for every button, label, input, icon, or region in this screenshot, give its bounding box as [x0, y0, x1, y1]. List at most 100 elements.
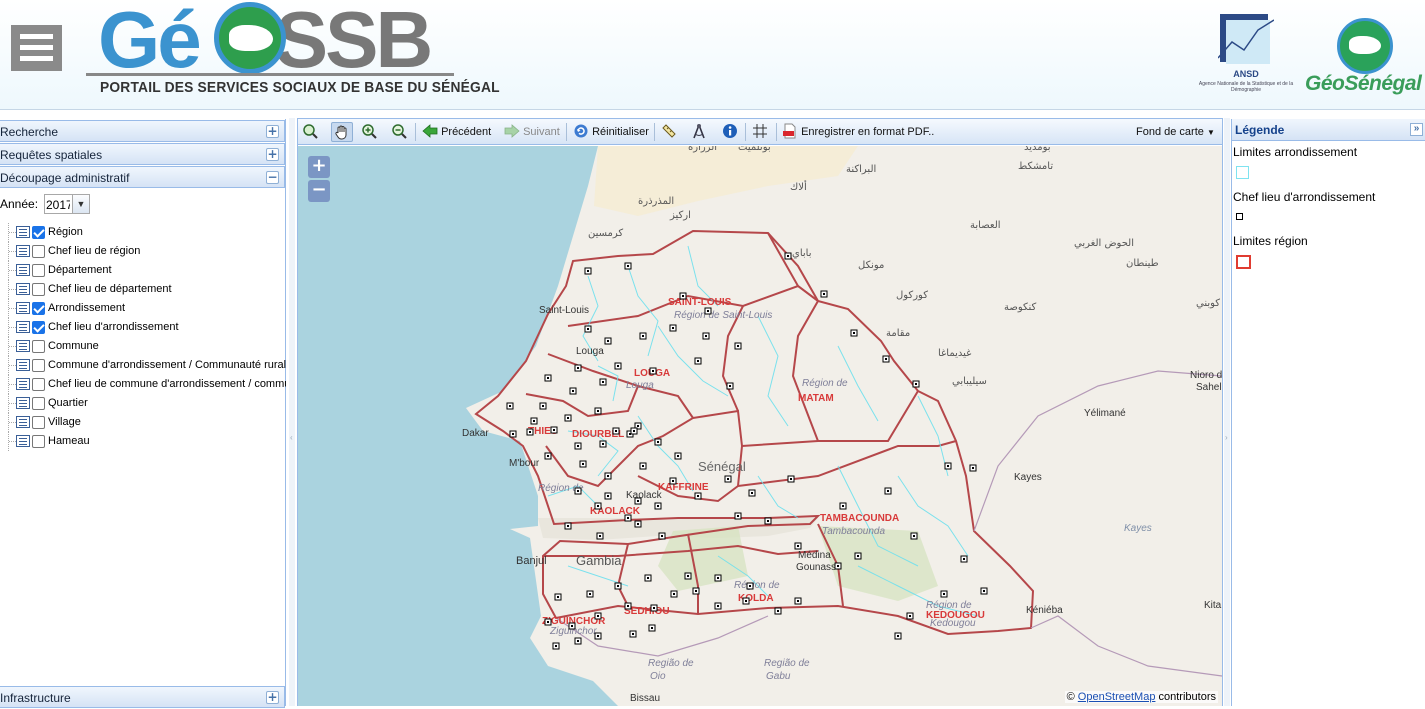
suivant-button[interactable]: Suivant — [504, 122, 560, 142]
legend-list-icon[interactable] — [16, 283, 30, 295]
left-splitter[interactable]: ‹ — [289, 118, 295, 706]
chef-lieu-marker-dot — [607, 475, 609, 477]
legend-list-icon[interactable] — [16, 359, 30, 371]
chef-lieu-marker-dot — [547, 377, 549, 379]
pan-button[interactable] — [331, 122, 353, 142]
chef-lieu-marker-dot — [607, 495, 609, 497]
zoom-out-button[interactable] — [391, 122, 407, 142]
chef-lieu-marker-dot — [915, 383, 917, 385]
collapse-right-icon[interactable]: » — [1410, 123, 1423, 136]
layer-item[interactable]: Département — [0, 261, 286, 280]
svg-text:الزرارة: الزرارة — [688, 146, 717, 153]
map-canvas[interactable]: SAINT-LOUIS LOUGA MATAM THIES DIOURBEL K… — [298, 146, 1222, 706]
layer-checkbox[interactable] — [32, 378, 45, 391]
layer-checkbox[interactable] — [32, 340, 45, 353]
hamburger-menu-button[interactable] — [11, 25, 62, 71]
layer-checkbox[interactable] — [32, 302, 45, 315]
measure-button[interactable] — [661, 122, 677, 142]
layer-checkbox[interactable] — [32, 264, 45, 277]
chef-lieu-marker-dot — [542, 405, 544, 407]
layer-label: Village — [48, 416, 81, 428]
layer-checkbox[interactable] — [32, 321, 45, 334]
chef-lieu-marker-dot — [705, 335, 707, 337]
chef-lieu-marker-dot — [555, 645, 557, 647]
layer-item[interactable]: Commune — [0, 337, 286, 356]
accordion-requetes-spatiales[interactable]: Requêtes spatiales + — [0, 143, 285, 165]
precedent-button[interactable]: Précédent — [422, 122, 491, 142]
geosenegal-label: GéoSénégal — [1305, 72, 1422, 95]
grid-button[interactable] — [752, 122, 768, 142]
layer-item[interactable]: Chef lieu de département — [0, 280, 286, 299]
legend-list-icon[interactable] — [16, 264, 30, 276]
layer-checkbox[interactable] — [32, 283, 45, 296]
expand-icon[interactable]: + — [266, 125, 279, 138]
right-splitter[interactable]: › — [1224, 118, 1230, 706]
chef-lieu-marker-dot — [677, 455, 679, 457]
collapse-icon[interactable]: − — [266, 171, 279, 184]
legend-list-icon[interactable] — [16, 340, 30, 352]
legend-list-icon[interactable] — [16, 226, 30, 238]
chef-lieu-marker-dot — [749, 585, 751, 587]
layer-item[interactable]: Chef lieu de région — [0, 242, 286, 261]
legend-list-icon[interactable] — [16, 302, 30, 314]
accordion-decoupage-administratif[interactable]: Découpage administratif − — [0, 166, 285, 188]
chef-lieu-marker-dot — [599, 535, 601, 537]
accordion-infrastructure[interactable]: Infrastructure + — [0, 686, 285, 708]
reinitialiser-button[interactable]: Réinitialiser — [573, 122, 649, 142]
zoom-in-button[interactable] — [361, 122, 377, 142]
layer-item[interactable]: Village — [0, 413, 286, 432]
expand-icon[interactable]: + — [266, 691, 279, 704]
annee-row: Année: 2017 ▼ — [0, 194, 90, 214]
layer-item[interactable]: Région — [0, 223, 286, 242]
chef-lieu-marker-dot — [887, 490, 889, 492]
legend-list-icon[interactable] — [16, 435, 30, 447]
layer-checkbox[interactable] — [32, 359, 45, 372]
svg-text:Kaolack: Kaolack — [626, 490, 663, 501]
layer-checkbox[interactable] — [32, 435, 45, 448]
chef-lieu-marker-dot — [737, 345, 739, 347]
map-zoom-in-button[interactable]: + — [308, 156, 330, 178]
area-measure-button[interactable] — [691, 122, 707, 142]
openstreetmap-link[interactable]: OpenStreetMap — [1078, 691, 1156, 703]
logo-ge-text: Gé — [98, 0, 202, 84]
legend-list-icon[interactable] — [16, 397, 30, 409]
layer-item[interactable]: Quartier — [0, 394, 286, 413]
chevron-down-icon[interactable]: ▼ — [72, 195, 89, 213]
svg-text:TAMBACOUNDA: TAMBACOUNDA — [820, 513, 899, 524]
refresh-icon — [574, 124, 588, 138]
svg-text:Louga: Louga — [576, 346, 604, 357]
accordion-recherche[interactable]: Recherche + — [0, 120, 285, 142]
layer-checkbox[interactable] — [32, 416, 45, 429]
chef-lieu-marker-dot — [577, 490, 579, 492]
map-viewport[interactable]: SAINT-LOUIS LOUGA MATAM THIES DIOURBEL K… — [298, 146, 1222, 706]
layer-checkbox[interactable] — [32, 245, 45, 258]
legend-list-icon[interactable] — [16, 378, 30, 390]
legend-list-icon[interactable] — [16, 321, 30, 333]
accordion-infrastructure-label: Infrastructure — [0, 691, 71, 705]
chef-lieu-marker-dot — [597, 505, 599, 507]
layer-checkbox[interactable] — [32, 397, 45, 410]
fond-de-carte-menu[interactable]: Fond de carte ▼ — [1136, 122, 1215, 142]
layer-item[interactable]: Chef lieu d'arrondissement — [0, 318, 286, 337]
annee-select[interactable]: 2017 ▼ — [44, 194, 90, 214]
chef-lieu-marker-dot — [637, 500, 639, 502]
map-zoom-out-button[interactable]: − — [308, 180, 330, 202]
layer-item[interactable]: Chef lieu de commune d'arrondissement / … — [0, 375, 286, 394]
export-pdf-button[interactable]: Enregistrer en format PDF.. — [782, 122, 934, 142]
svg-text:Banjul: Banjul — [516, 555, 547, 567]
svg-text:كنكوصة: كنكوصة — [1004, 302, 1037, 313]
chef-lieu-marker-dot — [572, 390, 574, 392]
layer-item[interactable]: Arrondissement — [0, 299, 286, 318]
info-button[interactable] — [722, 122, 738, 142]
layer-checkbox[interactable] — [32, 226, 45, 239]
export-pdf-label: Enregistrer en format PDF.. — [801, 126, 935, 138]
zoom-extent-button[interactable] — [302, 122, 318, 142]
expand-icon[interactable]: + — [266, 148, 279, 161]
legend-list-icon[interactable] — [16, 245, 30, 257]
legend-list-icon[interactable] — [16, 416, 30, 428]
layer-item[interactable]: Commune d'arrondissement / Communauté ru… — [0, 356, 286, 375]
region-boundary-symbol — [1236, 255, 1251, 269]
chef-lieu-marker-dot — [637, 523, 639, 525]
layer-item[interactable]: Hameau — [0, 432, 286, 451]
svg-text:Sahel: Sahel — [1196, 382, 1222, 393]
